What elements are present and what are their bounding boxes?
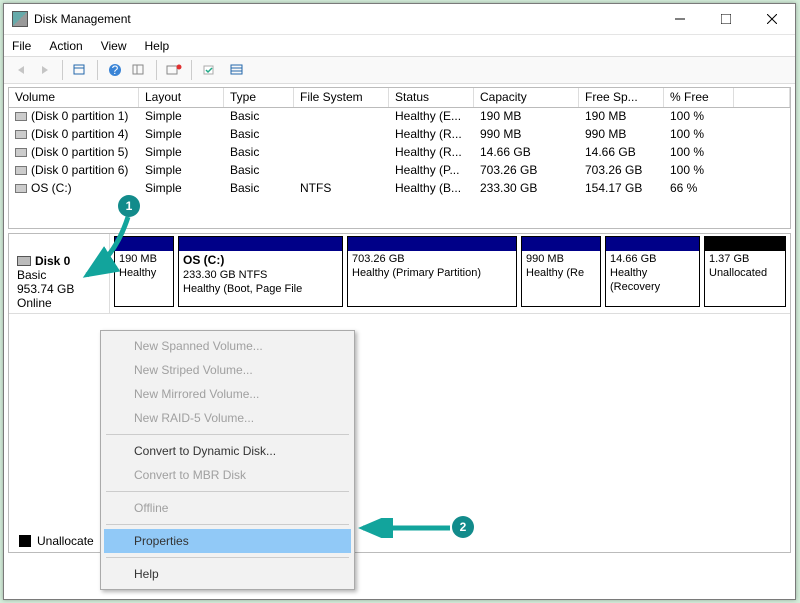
partition-container: 190 MBHealthyOS (C:)233.30 GB NTFSHealth…	[110, 234, 790, 313]
partition-block[interactable]: 1.37 GBUnallocated	[704, 236, 786, 307]
context-item[interactable]: Convert to Dynamic Disk...	[104, 439, 351, 463]
svg-text:?: ?	[112, 63, 119, 77]
context-separator	[106, 557, 349, 558]
volume-row[interactable]: (Disk 0 partition 6)SimpleBasicHealthy (…	[9, 162, 790, 180]
disk-status: Online	[17, 296, 101, 310]
views-button[interactable]	[69, 60, 91, 80]
disk-row: Disk 0 Basic 953.74 GB Online 190 MBHeal…	[9, 234, 790, 314]
annotation-2: 2	[452, 516, 474, 538]
col-volume[interactable]: Volume	[9, 88, 139, 107]
col-pctfree[interactable]: % Free	[664, 88, 734, 107]
close-button[interactable]	[749, 4, 795, 34]
legend-label: Unallocate	[37, 534, 94, 548]
window-title: Disk Management	[34, 12, 657, 26]
volume-row[interactable]: (Disk 0 partition 4)SimpleBasicHealthy (…	[9, 126, 790, 144]
list-button[interactable]	[226, 60, 248, 80]
menu-help[interactable]: Help	[145, 39, 170, 53]
menu-file[interactable]: File	[12, 39, 31, 53]
menubar: File Action View Help	[4, 34, 795, 56]
partition-block[interactable]: OS (C:)233.30 GB NTFSHealthy (Boot, Page…	[178, 236, 343, 307]
context-item: New Spanned Volume...	[104, 334, 351, 358]
legend-swatch-icon	[19, 535, 31, 547]
action-button[interactable]	[198, 60, 220, 80]
partition-block[interactable]: 990 MBHealthy (Re	[521, 236, 601, 307]
settings-button[interactable]	[163, 60, 185, 80]
disk-info-panel[interactable]: Disk 0 Basic 953.74 GB Online	[9, 234, 110, 313]
context-separator	[106, 524, 349, 525]
disk-size: 953.74 GB	[17, 282, 101, 296]
col-layout[interactable]: Layout	[139, 88, 224, 107]
context-item: Convert to MBR Disk	[104, 463, 351, 487]
col-capacity[interactable]: Capacity	[474, 88, 579, 107]
back-button[interactable]	[10, 60, 32, 80]
col-type[interactable]: Type	[224, 88, 294, 107]
context-separator	[106, 434, 349, 435]
forward-button[interactable]	[34, 60, 56, 80]
context-item: New RAID-5 Volume...	[104, 406, 351, 430]
menu-action[interactable]: Action	[49, 39, 82, 53]
volume-row[interactable]: (Disk 0 partition 5)SimpleBasicHealthy (…	[9, 144, 790, 162]
context-item: New Striped Volume...	[104, 358, 351, 382]
partition-block[interactable]: 14.66 GBHealthy (Recovery	[605, 236, 700, 307]
col-status[interactable]: Status	[389, 88, 474, 107]
maximize-button[interactable]	[703, 4, 749, 34]
app-icon	[12, 11, 28, 27]
partition-block[interactable]: 190 MBHealthy	[114, 236, 174, 307]
context-item[interactable]: Properties	[104, 529, 351, 553]
disk-type: Basic	[17, 268, 101, 282]
context-item: Offline	[104, 496, 351, 520]
titlebar: Disk Management	[4, 4, 795, 34]
context-item[interactable]: Help	[104, 562, 351, 586]
col-freespace[interactable]: Free Sp...	[579, 88, 664, 107]
context-item: New Mirrored Volume...	[104, 382, 351, 406]
legend-unallocated: Unallocate	[19, 534, 94, 548]
column-headers: Volume Layout Type File System Status Ca…	[9, 88, 790, 108]
volume-row[interactable]: (Disk 0 partition 1)SimpleBasicHealthy (…	[9, 108, 790, 126]
toolbar: ?	[4, 56, 795, 84]
help-button[interactable]: ?	[104, 60, 126, 80]
menu-view[interactable]: View	[101, 39, 127, 53]
context-menu: New Spanned Volume...New Striped Volume.…	[100, 330, 355, 590]
disk-name: Disk 0	[35, 254, 70, 268]
context-separator	[106, 491, 349, 492]
layout-button[interactable]	[128, 60, 150, 80]
partition-block[interactable]: 703.26 GBHealthy (Primary Partition)	[347, 236, 517, 307]
minimize-button[interactable]	[657, 4, 703, 34]
annotation-1: 1	[118, 195, 140, 217]
disk-icon	[17, 256, 31, 266]
col-filesystem[interactable]: File System	[294, 88, 389, 107]
